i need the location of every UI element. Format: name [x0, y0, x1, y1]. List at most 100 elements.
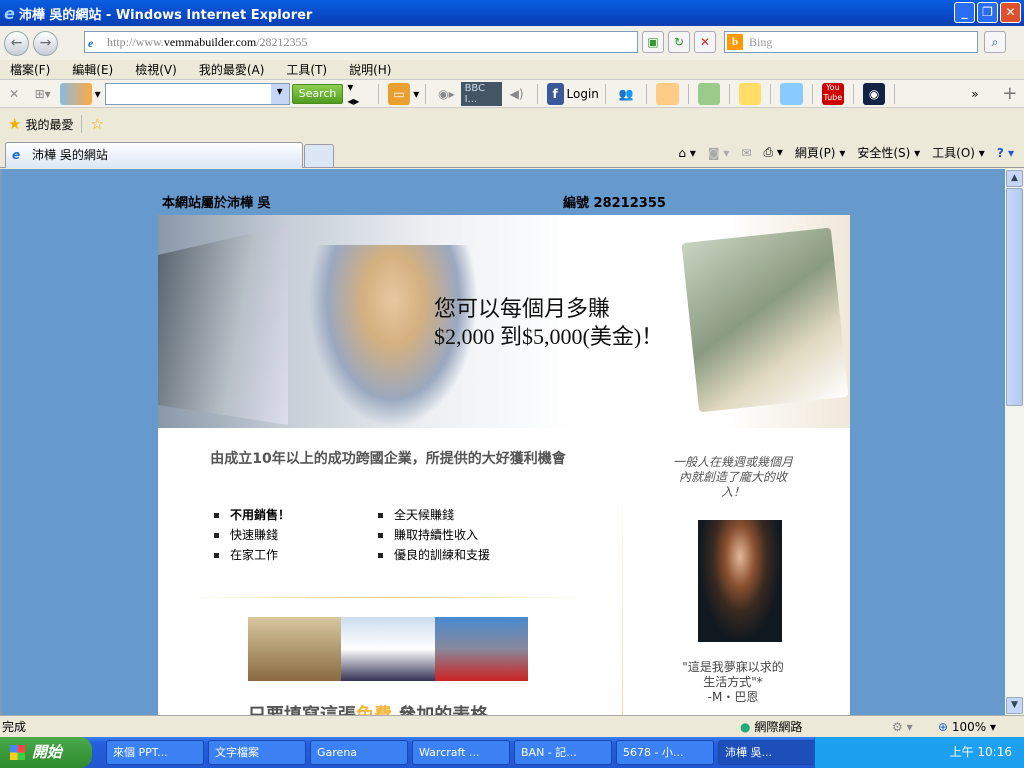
navigation-bar: ← → e http://www.vemmabuilder.com/2821235…: [0, 26, 1024, 60]
page-content: 您可以每個月多賺 $2,000 到$5,000(美金)！ 由成立10年以上的成功跨…: [158, 215, 850, 715]
vertical-scrollbar[interactable]: ▲ ▼: [1005, 169, 1024, 715]
start-button[interactable]: 開始: [0, 737, 92, 768]
taskbar-item[interactable]: Garena: [310, 740, 408, 765]
taskbar-item-active[interactable]: 沛樺 吳...: [718, 740, 816, 765]
add-toolbar-button[interactable]: +: [999, 83, 1021, 105]
menu-edit[interactable]: 編輯(E): [72, 61, 113, 78]
page-menu[interactable]: 網頁(P) ▾: [795, 144, 845, 161]
zoom-level[interactable]: ⊕ 100% ▾: [938, 716, 996, 738]
facebook-login[interactable]: Login: [567, 87, 599, 101]
taskbar-item[interactable]: 文字檔案: [208, 740, 306, 765]
taskbar: 開始 來個 PPT... 文字檔案 Garena Warcraft ... BA…: [0, 737, 1024, 768]
add-icon[interactable]: ⊞▾: [31, 83, 53, 105]
forward-button[interactable]: →: [33, 30, 58, 56]
clock[interactable]: 上午 10:16: [950, 745, 1012, 759]
toolbar-search-input[interactable]: [104, 82, 290, 105]
hero-banner: 您可以每個月多賺 $2,000 到$5,000(美金)！: [158, 215, 850, 428]
minimize-button[interactable]: _: [954, 2, 975, 23]
close-button[interactable]: ✕: [1000, 2, 1021, 23]
refresh-button[interactable]: ↻: [668, 31, 690, 53]
toolbar-logo-icon[interactable]: [59, 82, 92, 105]
window-title-bar: e 沛樺 吳的網站 - Windows Internet Explorer _ …: [0, 0, 1024, 26]
favorites-star-icon: ★: [8, 115, 22, 133]
form-heading: 只要填寫這張免費 參加的表格: [248, 701, 488, 715]
page-icon: e: [88, 36, 94, 50]
read-mail-icon[interactable]: ✉: [741, 146, 751, 160]
menu-view[interactable]: 檢視(V): [135, 61, 177, 78]
upload-icon[interactable]: [780, 82, 803, 105]
hero-text: 您可以每個月多賺 $2,000 到$5,000(美金)！: [434, 296, 664, 349]
scroll-up-arrow-icon[interactable]: ▲: [1006, 170, 1023, 187]
volume-icon[interactable]: ◀): [505, 83, 527, 105]
column-divider: [622, 475, 623, 715]
benefits-list-right: 全天候賺錢 賺取持續性收入 優良的訓練和支援: [378, 505, 490, 565]
tv-icon[interactable]: ▭: [387, 82, 411, 105]
new-tab-button[interactable]: [304, 144, 334, 168]
divider: [188, 597, 588, 598]
list-item: 優良的訓練和支援: [378, 545, 490, 565]
list-item: 不用銷售！: [214, 505, 290, 525]
monitor-image: [158, 225, 288, 425]
list-item: 快速賺錢: [214, 525, 290, 545]
print-icon[interactable]: ⎙ ▾: [763, 145, 782, 160]
menu-favorites[interactable]: 我的最愛(A): [199, 61, 265, 78]
facebook-icon[interactable]: f: [546, 82, 564, 105]
help-icon[interactable]: ? ▾: [997, 146, 1014, 160]
back-button[interactable]: ←: [4, 30, 29, 56]
scroll-thumb[interactable]: [1006, 188, 1023, 406]
ie-tab-icon: e: [12, 148, 21, 162]
scroll-down-arrow-icon[interactable]: ▼: [1006, 697, 1023, 714]
address-bar[interactable]: e http://www.vemmabuilder.com/28212355: [84, 31, 638, 53]
toolbar-search-button[interactable]: Search: [291, 83, 344, 104]
photo-icon[interactable]: [656, 82, 679, 105]
search-input[interactable]: b Bing: [724, 31, 978, 53]
safety-menu[interactable]: 安全性(S) ▾: [857, 144, 920, 161]
weather-icon[interactable]: [697, 82, 720, 105]
tab-current[interactable]: e 沛樺 吳的網站: [5, 142, 303, 168]
search-go-button[interactable]: ⌕: [984, 31, 1006, 53]
bing-icon: b: [727, 34, 743, 50]
close-toolbar-icon[interactable]: ✕: [3, 83, 25, 105]
feeds-icon[interactable]: ◙ ▾: [708, 146, 729, 160]
taskbar-item[interactable]: 5678 - 小...: [616, 740, 714, 765]
money-image: [681, 227, 849, 413]
maximize-button[interactable]: ❐: [977, 2, 998, 23]
youtube-icon[interactable]: You Tube: [821, 82, 844, 105]
messenger-icon[interactable]: 👥: [615, 83, 637, 105]
benefits-list-left: 不用銷售！ 快速賺錢 在家工作: [214, 505, 290, 565]
lifestyle-images: [248, 617, 528, 681]
compatibility-icon[interactable]: ▣: [642, 31, 664, 53]
mail-icon[interactable]: [738, 82, 762, 105]
side-quote: 一般人在幾週或幾個月內就創造了龐大的收入！: [672, 455, 793, 499]
list-item: 在家工作: [214, 545, 290, 565]
home-icon[interactable]: ⌂ ▾: [678, 146, 695, 160]
url-path: /28212355: [256, 35, 308, 49]
play-icon[interactable]: ◉▸: [435, 83, 457, 105]
ie-logo-icon: e: [4, 3, 15, 23]
eye-icon[interactable]: ◉: [862, 82, 886, 105]
taskbar-item[interactable]: BAN - 記...: [514, 740, 612, 765]
zoom-icon: ⊕: [938, 720, 949, 734]
status-bar: 完成 ● 網際網路 ⚙ ▾ ⊕ 100% ▾: [0, 715, 1024, 737]
menu-file[interactable]: 檔案(F): [10, 61, 50, 78]
taskbar-item[interactable]: 來個 PPT...: [106, 740, 204, 765]
menu-help[interactable]: 說明(H): [349, 61, 391, 78]
search-placeholder: Bing: [749, 35, 773, 49]
system-tray: 上午 10:16: [814, 737, 1024, 768]
more-chevron-icon[interactable]: »: [971, 87, 978, 101]
menu-tools[interactable]: 工具(T): [286, 61, 327, 78]
taskbar-item[interactable]: Warcraft ...: [412, 740, 510, 765]
stop-button[interactable]: ✕: [694, 31, 716, 53]
menu-bar: 檔案(F) 編輯(E) 檢視(V) 我的最愛(A) 工具(T) 說明(H): [0, 60, 1024, 80]
url-prefix: http://www.: [107, 35, 164, 49]
site-id: 編號 28212355: [563, 196, 666, 211]
favorites-bar: ★ 我的最愛 ☆: [0, 108, 1024, 140]
tools-menu[interactable]: 工具(O) ▾: [932, 144, 985, 161]
window-title: 沛樺 吳的網站 - Windows Internet Explorer: [18, 7, 313, 23]
testimonial-photo: [698, 520, 782, 642]
lead-heading: 由成立10年以上的成功跨國企業，所提供的大好獲利機會: [210, 451, 566, 467]
radio-station-select[interactable]: BBC I...: [460, 81, 503, 106]
add-favorite-icon[interactable]: ☆: [90, 115, 103, 133]
protected-mode-icon[interactable]: ⚙ ▾: [892, 716, 913, 738]
favorites-button[interactable]: 我的最愛: [25, 116, 73, 133]
